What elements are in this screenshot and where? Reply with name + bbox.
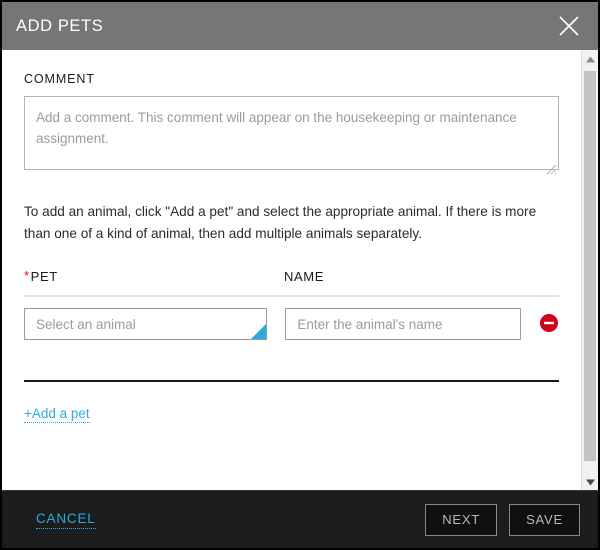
next-button[interactable]: NEXT [425,503,498,536]
close-button[interactable] [554,11,584,41]
footer-actions: NEXT SAVE [425,503,580,536]
vertical-scrollbar[interactable] [581,50,598,490]
remove-pet-button[interactable] [539,313,559,336]
modal-body-wrapper: COMMENT To add an animal, click "Add a p… [2,50,598,490]
caret-down-icon [585,473,595,491]
comment-input[interactable] [24,96,559,170]
close-icon [557,14,581,38]
pet-column-label: PET [30,269,58,284]
page-title: ADD PETS [16,16,104,35]
pet-select-wrapper[interactable]: Select an animal [24,308,268,340]
add-pet-link[interactable]: +Add a pet [24,406,90,423]
pet-column-header: * PET [24,269,284,284]
caret-up-icon [585,50,595,68]
animal-name-input[interactable] [285,308,521,340]
column-headers: * PET NAME [24,269,559,284]
modal-footer: CANCEL NEXT SAVE [2,490,598,548]
scrollbar-thumb[interactable] [584,71,596,461]
pet-row: Select an animal [24,308,559,340]
add-pets-modal: ADD PETS COMMENT Add a comment. This com… [0,0,600,550]
comment-label: COMMENT [24,72,95,86]
cancel-button[interactable]: CANCEL [36,511,96,529]
scroll-down-button[interactable] [582,473,598,490]
scroll-up-button[interactable] [582,50,598,67]
required-asterisk: * [24,268,30,283]
comment-field-wrapper [24,96,559,175]
helper-text: To add an animal, click "Add a pet" and … [24,204,537,241]
pet-select[interactable]: Select an animal [24,308,268,340]
modal-header: ADD PETS [2,2,598,50]
header-divider [24,295,559,297]
save-button[interactable]: SAVE [509,503,580,536]
modal-body: COMMENT To add an animal, click "Add a p… [2,50,581,490]
name-column-header: NAME [284,269,324,284]
section-divider [24,380,559,382]
minus-circle-icon [539,313,559,336]
name-column-label: NAME [284,269,324,284]
